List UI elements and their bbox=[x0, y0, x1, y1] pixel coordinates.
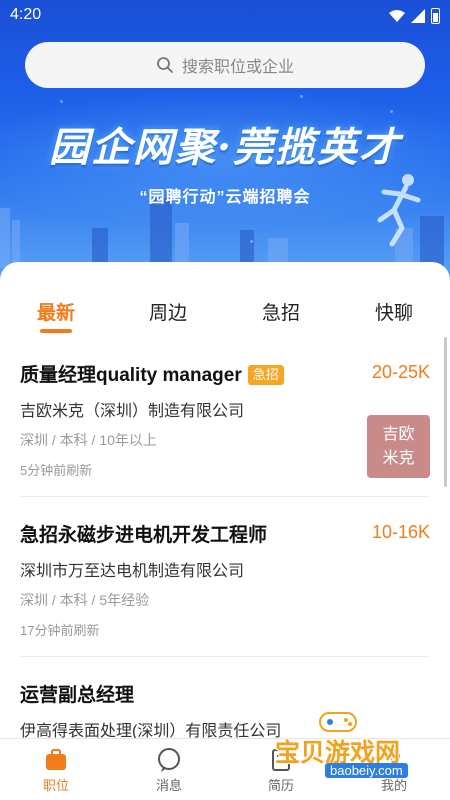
nav-jobs[interactable]: 职位 bbox=[26, 747, 86, 794]
nav-resume-label: 简历 bbox=[267, 778, 294, 793]
list-divider bbox=[20, 496, 430, 497]
job-refresh-time: 17分钟前刷新 bbox=[20, 623, 100, 638]
job-card[interactable]: 运营副总经理 伊高得表面处理(深圳）有限责任公司 bbox=[0, 680, 450, 738]
urgent-badge: 急招 bbox=[247, 365, 284, 385]
job-salary: 10-16K bbox=[371, 522, 430, 542]
status-time: 4:20 bbox=[10, 6, 42, 23]
tab-urgent[interactable]: 急招 bbox=[262, 298, 300, 325]
signal-icon bbox=[411, 9, 425, 23]
search-bar[interactable]: 搜索职位或企业 bbox=[25, 42, 425, 88]
tab-quick-chat[interactable]: 快聊 bbox=[375, 298, 413, 325]
chat-bubble-icon bbox=[158, 748, 180, 772]
job-meta: 深圳 / 本科 / 5年经验 bbox=[20, 592, 150, 608]
job-list-panel: 最新 周边 急招 快聊 质量经理quality manager 急招 20-25K… bbox=[0, 262, 450, 738]
job-meta: 深圳 / 本科 / 10年以上 bbox=[20, 432, 157, 448]
job-card[interactable]: 质量经理quality manager 急招 20-25K 吉欧米克（深圳）制造有… bbox=[0, 360, 450, 490]
job-company: 深圳市万至达电机制造有限公司 bbox=[20, 563, 245, 580]
list-divider bbox=[20, 656, 430, 657]
search-placeholder: 搜索职位或企业 bbox=[181, 59, 294, 76]
nav-jobs-label: 职位 bbox=[42, 778, 69, 793]
search-icon bbox=[157, 57, 173, 73]
company-logo: 吉欧 米克 bbox=[367, 415, 430, 478]
job-title: 质量经理quality manager 急招 bbox=[20, 360, 284, 387]
gamepad-icon bbox=[319, 712, 357, 732]
tab-nearby[interactable]: 周边 bbox=[149, 298, 187, 325]
briefcase-icon bbox=[46, 749, 66, 770]
job-title: 急招永磁步进电机开发工程师 bbox=[20, 525, 268, 546]
job-company: 吉欧米克（深圳）制造有限公司 bbox=[20, 403, 245, 420]
runner-illustration bbox=[377, 174, 421, 247]
status-bar: 4:20 bbox=[0, 0, 450, 32]
header-banner[interactable]: 4:20 搜索职位或企业 园企网聚·莞揽英才 “园聘行动”云端招聘会 bbox=[0, 0, 450, 290]
company-logo-line1: 吉欧 bbox=[382, 426, 415, 443]
tab-latest[interactable]: 最新 bbox=[37, 298, 75, 325]
nav-messages-label: 消息 bbox=[155, 778, 182, 793]
job-company: 伊高得表面处理(深圳）有限责任公司 bbox=[20, 723, 282, 738]
company-logo-line2: 米克 bbox=[382, 450, 415, 467]
job-salary: 20-25K bbox=[371, 362, 430, 382]
nav-messages[interactable]: 消息 bbox=[139, 747, 199, 794]
job-card[interactable]: 急招永磁步进电机开发工程师 10-16K 深圳市万至达电机制造有限公司 深圳 /… bbox=[0, 520, 450, 650]
nav-profile-label: 我的 bbox=[380, 778, 407, 793]
tab-indicator bbox=[40, 329, 72, 333]
status-icons bbox=[389, 8, 440, 24]
job-title: 运营副总经理 bbox=[20, 685, 135, 706]
battery-icon bbox=[431, 8, 440, 24]
wifi-icon bbox=[389, 10, 405, 22]
job-title-text: 质量经理quality manager bbox=[20, 365, 242, 386]
watermark-url: baobeiy.com bbox=[325, 763, 408, 778]
banner-title: 园企网聚·莞揽英才 bbox=[49, 124, 401, 171]
job-refresh-time: 5分钟前刷新 bbox=[20, 463, 93, 478]
